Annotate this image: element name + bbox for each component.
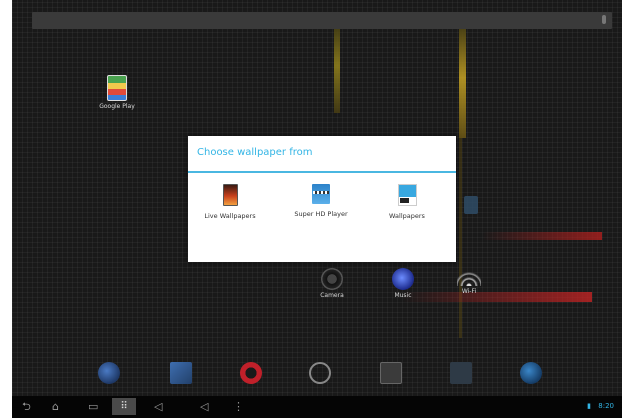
calendar-icon[interactable] xyxy=(380,362,402,384)
wallpaper-streak xyxy=(459,18,466,138)
option-label: Live Wallpapers xyxy=(204,212,256,220)
google-play-icon xyxy=(107,75,127,101)
dialog-title-bar: Choose wallpaper from xyxy=(188,136,456,173)
option-label: Super HD Player xyxy=(294,210,348,218)
settings-icon[interactable] xyxy=(450,362,472,384)
menu-icon[interactable]: ⠿ xyxy=(112,398,136,415)
recents-icon[interactable]: ▭ xyxy=(88,401,98,413)
gallery-icon[interactable] xyxy=(170,362,192,384)
battery-icon: ▮ xyxy=(587,402,592,410)
option-wallpapers[interactable]: Wallpapers xyxy=(369,184,445,220)
option-super-hd-player[interactable]: Super HD Player xyxy=(283,184,359,218)
wallpaper-source-list: Live Wallpapers Super HD Player Wallpape… xyxy=(188,184,456,254)
clock: 8:20 xyxy=(598,402,614,410)
music-shortcut[interactable]: Music xyxy=(378,268,428,299)
dock xyxy=(12,356,622,394)
wallpaper-streak xyxy=(482,232,602,240)
live-wallpapers-icon xyxy=(222,184,238,206)
app-icon[interactable] xyxy=(464,196,478,214)
music-icon xyxy=(392,268,414,290)
home-screen: Google Play Camera Music Wi-Fi Choose wa… xyxy=(12,0,622,418)
back-icon[interactable]: ⮌ xyxy=(22,401,31,413)
volume-up-icon[interactable]: ◁ xyxy=(200,401,208,413)
wallpaper-streak xyxy=(459,138,462,338)
shortcut-label: Google Play xyxy=(99,103,135,110)
option-label: Wallpapers xyxy=(389,212,425,220)
wifi-icon xyxy=(457,268,481,286)
volume-down-icon[interactable]: ◁ xyxy=(154,401,162,413)
home-icon[interactable]: ⌂ xyxy=(52,401,59,413)
shortcut-label: Music xyxy=(394,292,412,299)
all-apps-icon[interactable] xyxy=(309,362,331,384)
status-area[interactable]: ▮ 8:20 xyxy=(582,402,614,410)
browser-icon[interactable] xyxy=(98,362,120,384)
mic-icon[interactable] xyxy=(602,15,606,24)
super-hd-player-icon xyxy=(312,184,330,204)
wallpapers-icon xyxy=(397,184,417,206)
camera-shortcut[interactable]: Camera xyxy=(307,268,357,299)
choose-wallpaper-dialog: Choose wallpaper from Live Wallpapers Su… xyxy=(188,136,456,262)
market-icon[interactable] xyxy=(520,362,542,384)
option-live-wallpapers[interactable]: Live Wallpapers xyxy=(192,184,268,220)
camera-icon xyxy=(321,268,343,290)
opera-icon[interactable] xyxy=(240,362,262,384)
dialog-title: Choose wallpaper from xyxy=(197,147,313,158)
overflow-icon[interactable]: ⋮ xyxy=(233,401,244,413)
shortcut-label: Camera xyxy=(320,292,344,299)
wifi-shortcut[interactable]: Wi-Fi xyxy=(444,268,494,295)
wallpaper-streak xyxy=(402,292,592,302)
wallpaper-streak xyxy=(334,18,340,113)
shortcut-label: Wi-Fi xyxy=(461,288,477,295)
google-play-shortcut[interactable]: Google Play xyxy=(92,75,142,110)
navigation-bar: ⮌ ⌂ ▭ ⠿ ◁ ◁ ⋮ ▮ 8:20 xyxy=(12,396,622,418)
search-bar[interactable] xyxy=(32,12,612,29)
